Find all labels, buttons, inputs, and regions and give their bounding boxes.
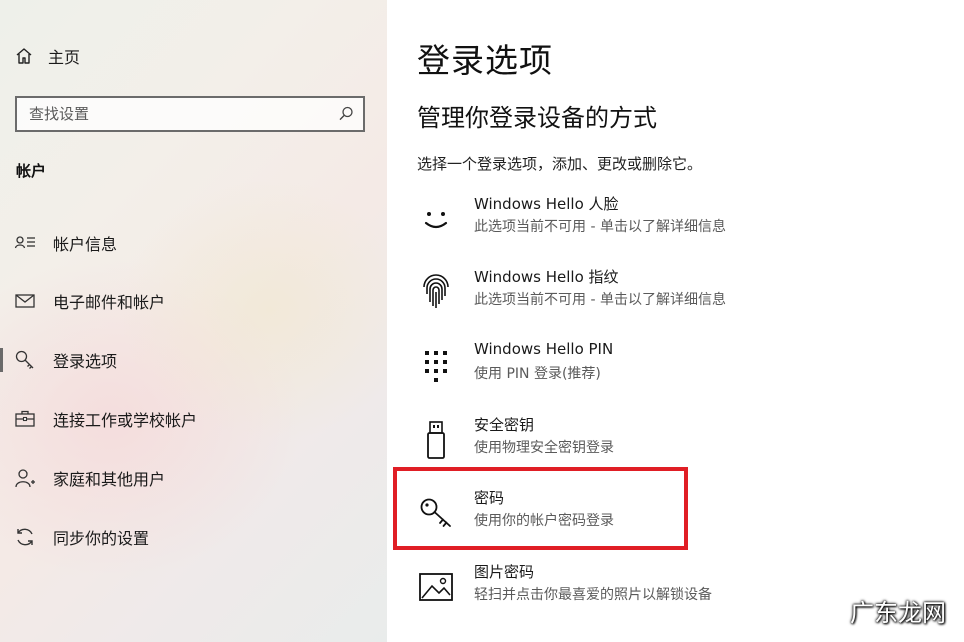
page-title: 登录选项	[417, 41, 553, 80]
option-title: Windows Hello 指纹	[474, 268, 619, 286]
mail-icon	[14, 290, 36, 312]
sidebar-item-label: 连接工作或学校帐户	[53, 411, 198, 430]
key-icon	[14, 349, 36, 371]
watermark-text: 广东龙网	[850, 599, 946, 627]
sidebar: 主页 帐户	[0, 0, 387, 642]
sidebar-item-sync[interactable]: 同步你的设置	[0, 517, 387, 557]
option-subtitle: 使用 PIN 登录(推荐)	[474, 366, 601, 382]
key-icon	[419, 493, 453, 533]
search-input[interactable]	[17, 98, 327, 130]
sidebar-item-work-school[interactable]: 连接工作或学校帐户	[0, 399, 387, 439]
active-indicator	[0, 348, 3, 372]
option-subtitle: 使用物理安全密钥登录	[474, 440, 614, 456]
sidebar-item-label: 电子邮件和帐户	[53, 293, 166, 312]
option-subtitle: 此选项当前不可用 - 单击以了解详细信息	[474, 219, 726, 235]
option-hello-pin[interactable]: Windows Hello PIN 使用 PIN 登录(推荐)	[413, 340, 933, 396]
option-title: 图片密码	[474, 563, 535, 581]
main-panel: 登录选项 管理你登录设备的方式 选择一个登录选项，添加、更改或删除它。 Wind…	[387, 0, 964, 642]
person-add-icon	[14, 467, 36, 489]
sidebar-home[interactable]: 主页	[14, 44, 80, 68]
section-label-accounts: 帐户	[16, 162, 47, 180]
option-security-key[interactable]: 安全密钥 使用物理安全密钥登录	[413, 414, 933, 470]
picture-icon	[419, 567, 453, 607]
usb-key-icon	[419, 420, 453, 460]
sidebar-item-label: 家庭和其他用户	[53, 470, 166, 489]
option-title: 密码	[474, 489, 505, 507]
search-icon[interactable]	[337, 105, 355, 123]
option-subtitle: 使用你的帐户密码登录	[474, 513, 614, 529]
sidebar-item-label: 登录选项	[53, 352, 118, 371]
smiley-face-icon	[419, 199, 453, 239]
home-icon	[16, 48, 32, 64]
fingerprint-icon	[419, 272, 453, 312]
option-subtitle: 此选项当前不可用 - 单击以了解详细信息	[474, 292, 726, 308]
sidebar-item-account-info[interactable]: 帐户信息	[0, 223, 387, 263]
settings-window: 主页 帐户	[0, 0, 964, 642]
page-subtitle: 管理你登录设备的方式	[417, 104, 657, 132]
page-description: 选择一个登录选项，添加、更改或删除它。	[417, 155, 703, 173]
option-title: 安全密钥	[474, 416, 535, 434]
briefcase-icon	[14, 408, 36, 430]
person-card-icon	[14, 232, 36, 254]
sidebar-item-sign-in-options[interactable]: 登录选项	[0, 340, 387, 380]
pin-keypad-icon	[419, 346, 453, 386]
option-hello-fingerprint[interactable]: Windows Hello 指纹 此选项当前不可用 - 单击以了解详细信息	[413, 266, 933, 322]
option-title: Windows Hello 人脸	[474, 195, 619, 213]
home-label: 主页	[48, 48, 81, 67]
option-title: Windows Hello PIN	[474, 340, 614, 358]
sidebar-item-family[interactable]: 家庭和其他用户	[0, 458, 387, 498]
sidebar-item-label: 帐户信息	[53, 235, 118, 254]
option-subtitle: 轻扫并点击你最喜爱的照片以解锁设备	[474, 587, 712, 603]
sidebar-item-label: 同步你的设置	[53, 529, 150, 548]
search-box[interactable]	[15, 96, 365, 132]
sidebar-item-email-accounts[interactable]: 电子邮件和帐户	[0, 281, 387, 321]
sync-icon	[14, 526, 36, 548]
option-hello-face[interactable]: Windows Hello 人脸 此选项当前不可用 - 单击以了解详细信息	[413, 193, 933, 249]
option-password[interactable]: 密码 使用你的帐户密码登录	[413, 487, 933, 543]
